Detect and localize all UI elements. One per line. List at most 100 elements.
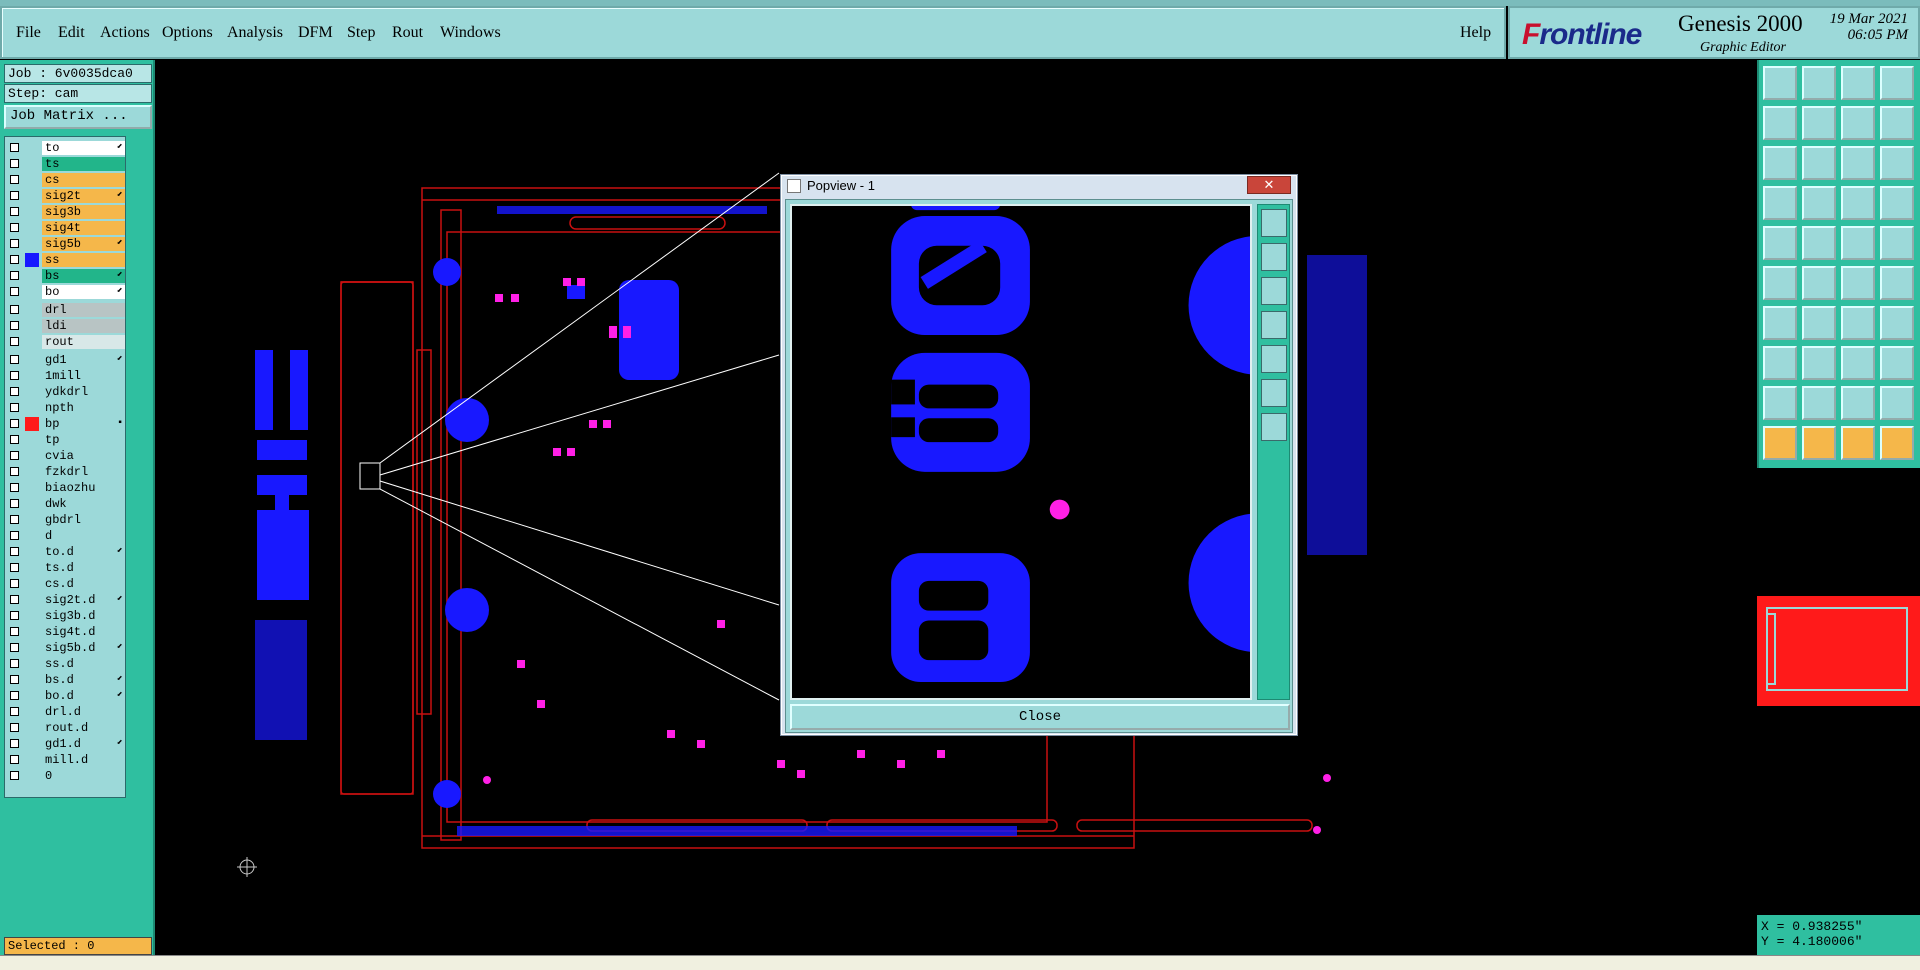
cross-icon[interactable] xyxy=(1802,266,1836,300)
layer-checkbox[interactable] xyxy=(10,451,19,460)
menu-windows[interactable]: Windows xyxy=(440,24,501,42)
layer-name[interactable]: ss xyxy=(42,253,125,267)
layer-name[interactable]: 0 xyxy=(42,769,125,783)
fit-icon[interactable] xyxy=(1880,66,1914,100)
layer-checkbox[interactable] xyxy=(10,175,19,184)
pv-right-icon[interactable] xyxy=(1261,345,1287,373)
layer-checkbox[interactable] xyxy=(10,723,19,732)
layer-checkbox[interactable] xyxy=(10,675,19,684)
layer-checkbox[interactable] xyxy=(10,143,19,152)
layer-name[interactable]: d xyxy=(42,529,125,543)
layer-checkbox[interactable] xyxy=(10,547,19,556)
minimap[interactable] xyxy=(1757,596,1920,706)
layers2-icon[interactable] xyxy=(1880,186,1914,220)
pan-left-icon[interactable] xyxy=(1763,106,1797,140)
layer-row[interactable]: mill.d xyxy=(5,752,127,768)
line-icon[interactable] xyxy=(1802,226,1836,260)
layer-checkbox[interactable] xyxy=(10,659,19,668)
layer-checkbox[interactable] xyxy=(10,499,19,508)
draw-line2-icon[interactable] xyxy=(1802,306,1836,340)
layer-row[interactable]: cvia xyxy=(5,448,127,464)
layer-row[interactable]: rout xyxy=(5,334,127,350)
move2-icon[interactable] xyxy=(1802,346,1836,380)
layer-name[interactable]: ts.d xyxy=(42,561,125,575)
select2-icon[interactable] xyxy=(1802,426,1836,460)
layer-row[interactable]: sig4t xyxy=(5,220,127,236)
layer-name[interactable]: gd1 ⬋ xyxy=(42,353,125,367)
layer-checkbox[interactable] xyxy=(10,515,19,524)
layer-name[interactable]: bp ▪ xyxy=(42,417,125,431)
layer-row[interactable]: bp ▪ xyxy=(5,416,127,432)
layer-checkbox[interactable] xyxy=(10,563,19,572)
layer-name[interactable]: rout.d xyxy=(42,721,125,735)
grid-icon[interactable] xyxy=(1802,186,1836,220)
layer-row[interactable]: to ⬋ xyxy=(5,140,127,156)
layer-row[interactable]: gd1.d ⬋ xyxy=(5,736,127,752)
layer-row[interactable]: sig3b xyxy=(5,204,127,220)
layer-row[interactable]: ts xyxy=(5,156,127,172)
scale-icon[interactable] xyxy=(1841,146,1875,180)
layer-row[interactable]: drl.d xyxy=(5,704,127,720)
pv-zoom-icon[interactable] xyxy=(1261,209,1287,237)
layer-row[interactable]: 1mill xyxy=(5,368,127,384)
layer-name[interactable]: 1mill xyxy=(42,369,125,383)
layer-checkbox[interactable] xyxy=(10,739,19,748)
layer-row[interactable]: bo.d ⬋ xyxy=(5,688,127,704)
layer-name[interactable]: ss.d xyxy=(42,657,125,671)
layer-name[interactable]: fzkdrl xyxy=(42,465,125,479)
menu-analysis[interactable]: Analysis xyxy=(227,24,283,42)
layer-name[interactable]: cs.d xyxy=(42,577,125,591)
layer-name[interactable]: ts xyxy=(42,157,125,171)
layer-checkbox[interactable] xyxy=(10,387,19,396)
layer-row[interactable]: cs xyxy=(5,172,127,188)
layer-name[interactable]: mill.d xyxy=(42,753,125,767)
layer-checkbox[interactable] xyxy=(10,321,19,330)
layer-name[interactable]: biaozhu xyxy=(42,481,125,495)
layer-name[interactable]: gbdrl xyxy=(42,513,125,527)
layer-name[interactable]: dwk xyxy=(42,497,125,511)
layer-name[interactable]: npth xyxy=(42,401,125,415)
zoom-in-icon[interactable] xyxy=(1763,66,1797,100)
menu-file[interactable]: File xyxy=(16,24,41,42)
layer-checkbox[interactable] xyxy=(10,595,19,604)
layer-color-swatch[interactable] xyxy=(25,417,39,431)
layer-checkbox[interactable] xyxy=(10,691,19,700)
close-icon[interactable]: ✕ xyxy=(1247,176,1291,194)
node-icon[interactable] xyxy=(1841,266,1875,300)
layer-name[interactable]: sig3b.d xyxy=(42,609,125,623)
menu-rout[interactable]: Rout xyxy=(392,24,423,42)
layer-checkbox[interactable] xyxy=(10,579,19,588)
layer-checkbox[interactable] xyxy=(10,467,19,476)
layer-name[interactable]: tp xyxy=(42,433,125,447)
layer-checkbox[interactable] xyxy=(10,287,19,296)
layer-row[interactable]: sig2t.d ⬋ xyxy=(5,592,127,608)
layer-checkbox[interactable] xyxy=(10,483,19,492)
layers-icon[interactable] xyxy=(1841,186,1875,220)
snap-icon[interactable] xyxy=(1763,226,1797,260)
layer-row[interactable]: rout.d xyxy=(5,720,127,736)
layer-name[interactable]: bs.d ⬋ xyxy=(42,673,125,687)
layer-row[interactable]: sig3b.d xyxy=(5,608,127,624)
layer-name[interactable]: sig5b.d ⬋ xyxy=(42,641,125,655)
layer-name[interactable]: cvia xyxy=(42,449,125,463)
menu-options[interactable]: Options xyxy=(162,24,213,42)
select3-icon[interactable] xyxy=(1841,426,1875,460)
arc-icon[interactable] xyxy=(1841,306,1875,340)
layer-checkbox[interactable] xyxy=(10,435,19,444)
layer-row[interactable]: biaozhu xyxy=(5,480,127,496)
layer-row[interactable]: 0 xyxy=(5,768,127,784)
layer-row[interactable]: bo ⬋ xyxy=(5,284,127,300)
layer-row[interactable]: ss xyxy=(5,252,127,268)
menu-help[interactable]: Help xyxy=(1460,24,1491,42)
layer-checkbox[interactable] xyxy=(10,531,19,540)
layer-row[interactable]: ts.d xyxy=(5,560,127,576)
select-icon[interactable] xyxy=(1763,426,1797,460)
layer-row[interactable]: ss.d xyxy=(5,656,127,672)
layer-name[interactable]: sig5b ⬋ xyxy=(42,237,125,251)
triangle-icon[interactable] xyxy=(1763,386,1797,420)
layer-name[interactable]: to ⬋ xyxy=(42,141,125,155)
layer-checkbox[interactable] xyxy=(10,223,19,232)
layer-checkbox[interactable] xyxy=(10,271,19,280)
layer-row[interactable]: sig4t.d xyxy=(5,624,127,640)
layer-checkbox[interactable] xyxy=(10,239,19,248)
